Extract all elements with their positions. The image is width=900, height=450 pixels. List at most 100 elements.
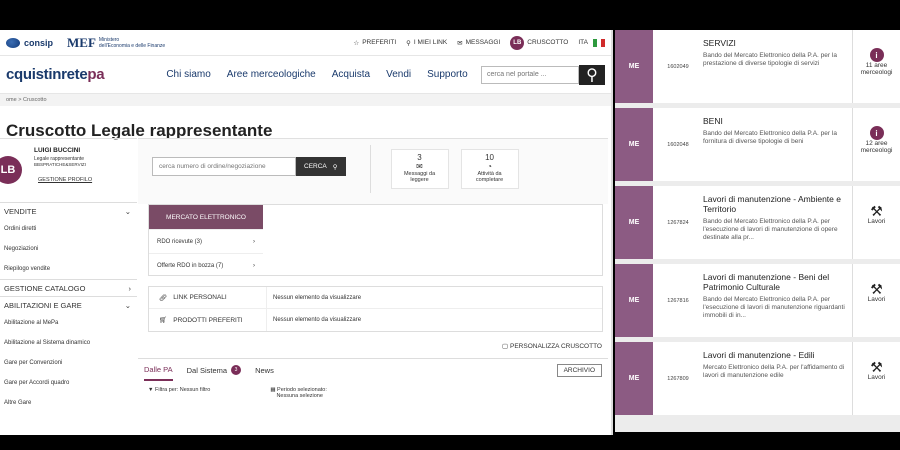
- preferiti-link[interactable]: ☆ PREFERITI: [353, 39, 396, 47]
- prodotti-preferiti-text: PRODOTTI PREFERITI: [173, 316, 243, 324]
- period-selector[interactable]: ▦ Periodo selezionato: Nessuna selezione: [270, 387, 327, 399]
- activities-stat[interactable]: 10 ◔ Attività da completare: [460, 149, 519, 189]
- preferiti-label: PREFERITI: [362, 39, 397, 46]
- prodotti-preferiti-value: Nessun elemento da visualizzare: [273, 317, 362, 323]
- sidebar-section-abilitazioni[interactable]: ABILITAZIONI E GARE ⌄: [0, 296, 137, 313]
- search-icon: ⚲: [586, 66, 598, 84]
- filters-row: ▼ Filtra per: Nessun filtro ▦ Periodo se…: [144, 381, 602, 405]
- bando-side1: Lavori: [867, 296, 886, 303]
- me-tile: ME: [615, 30, 653, 103]
- mef-logo[interactable]: MEF Ministero dell'Economia e delle Fina…: [67, 35, 165, 51]
- breadcrumb: ome > Cruscotto: [0, 94, 611, 106]
- consip-logo[interactable]: consip: [6, 37, 53, 48]
- chevron-down-icon: ⌄: [124, 300, 131, 310]
- link-personali-label[interactable]: 🔗︎ LINK PERSONALI: [149, 287, 267, 308]
- personalizza-cruscotto-link[interactable]: ▢ PERSONALIZZA CRUSCOTTO: [138, 342, 608, 350]
- bando-description: Bando del Mercato Elettronico della P.A.…: [703, 130, 837, 145]
- sidebar-item-negoziazioni[interactable]: Negoziazioni: [0, 239, 137, 259]
- list-item[interactable]: ME 1267824 Lavori di manutenzione - Ambi…: [615, 186, 900, 259]
- prodotti-preferiti-label[interactable]: 🛒︎ PRODOTTI PREFERITI: [149, 309, 267, 331]
- cruscotto-link[interactable]: LB CRUSCOTTO: [510, 35, 569, 50]
- personalizza-label: PERSONALIZZA CRUSCOTTO: [510, 343, 602, 350]
- sidebar-section-gestione-catalogo[interactable]: GESTIONE CATALOGO ›: [0, 279, 137, 296]
- rdo-ricevute-link[interactable]: RDO ricevute (3) ›: [149, 229, 263, 253]
- bando-title: Lavori di manutenzione - Beni del Patrim…: [703, 272, 830, 292]
- sidebar-item-ordini-diretti[interactable]: Ordini diretti: [0, 219, 137, 239]
- tab-news[interactable]: News: [255, 359, 274, 381]
- tools-icon: ⚒: [870, 203, 883, 219]
- info-icon: i: [869, 126, 884, 140]
- filter-selector[interactable]: ▼ Filtra per: Nessun filtro: [148, 387, 210, 399]
- nav-vendi[interactable]: Vendi: [386, 69, 411, 80]
- mail-icon: ✉: [457, 39, 463, 47]
- filtra-label: Filtra per: Nessun filtro: [154, 387, 211, 393]
- sidebar-section-vendite[interactable]: VENDITE ⌄: [0, 202, 137, 219]
- portal-search-input[interactable]: [481, 65, 579, 84]
- chevron-right-icon: ›: [253, 238, 255, 245]
- language-selector[interactable]: ITA: [578, 38, 605, 47]
- gestione-profilo-link[interactable]: GESTIONE PROFILO: [38, 177, 133, 183]
- bando-side1: 11 aree: [865, 62, 888, 69]
- messaggi-link[interactable]: ✉ MESSAGGI: [457, 39, 500, 47]
- sidebar-item-gare-accordi[interactable]: Gare per Accordi quadro: [0, 373, 137, 393]
- avatar: LB: [510, 35, 525, 50]
- main-navbar: cquistinretepa Chi siamo Aree merceologi…: [0, 56, 611, 94]
- rdo-ricevute-label: RDO ricevute (3): [157, 238, 203, 245]
- tab-mercato-elettronico[interactable]: MERCATO ELETTRONICO: [149, 205, 263, 229]
- sidebar-item-abilitazione-sistema[interactable]: Abilitazione al Sistema dinamico: [0, 333, 137, 353]
- order-search-input[interactable]: [152, 157, 296, 176]
- notifications-tabs: Dalle PA Dal Sistema 3 News ARCHIVIO ▼ Fi…: [138, 358, 608, 405]
- bando-side: ⚒ Lavori: [853, 342, 900, 415]
- link-personali-value: Nessun elemento da visualizzare: [273, 294, 362, 301]
- breadcrumb-home[interactable]: ome: [6, 97, 17, 103]
- bando-side: i 11 aree merceologi: [853, 30, 900, 103]
- nav-acquista[interactable]: Acquista: [332, 69, 370, 80]
- search-icon: ⚲: [332, 163, 338, 171]
- list-item: 🛒︎ PRODOTTI PREFERITI Nessun elemento da …: [149, 309, 602, 331]
- nav-supporto[interactable]: Supporto: [427, 69, 468, 80]
- filter-icon: ▼: [148, 387, 154, 393]
- nav-aree-merceologiche[interactable]: Aree merceologiche: [227, 69, 316, 80]
- link-personali-text: LINK PERSONALI: [173, 294, 227, 301]
- acquistinretepa-logo[interactable]: cquistinretepa: [6, 66, 105, 83]
- list-item[interactable]: ME 1602049 SERVIZI Bando del Mercato Ele…: [615, 30, 900, 103]
- cruscotto-label: CRUSCOTTO: [527, 39, 569, 46]
- cerca-button[interactable]: CERCA ⚲: [296, 157, 346, 176]
- catalogo-label: GESTIONE CATALOGO: [4, 283, 86, 293]
- messages-stat[interactable]: 3 ✉ Messaggi da leggere: [390, 149, 449, 189]
- tab-dal-sistema-label: Dal Sistema: [186, 365, 228, 375]
- italy-flag-icon: [593, 38, 605, 47]
- miei-link-link[interactable]: ⚲ I MIEI LINK: [406, 39, 447, 47]
- list-item[interactable]: ME 1602048 BENI Bando del Mercato Elettr…: [615, 108, 900, 181]
- messaggi-label: MESSAGGI: [465, 39, 501, 46]
- language-label: ITA: [578, 39, 588, 46]
- chevron-right-icon: ›: [128, 283, 132, 293]
- messages-label2: leggere: [410, 177, 429, 183]
- offerte-bozza-link[interactable]: Offerte RDO in bozza (7) ›: [149, 253, 263, 277]
- nav-chi-siamo[interactable]: Chi siamo: [166, 69, 210, 80]
- profile-name: LUIGI BUCCINI: [34, 147, 81, 154]
- tab-dal-sistema[interactable]: Dal Sistema 3: [186, 359, 242, 381]
- me-tile: ME: [615, 186, 653, 259]
- sidebar-item-altre-gare[interactable]: Altre Gare: [0, 393, 137, 413]
- breadcrumb-separator: >: [18, 97, 22, 103]
- dashboard-panel: consip MEF Ministero dell'Economia e del…: [0, 30, 613, 435]
- sidebar-item-abilitazione-mepa[interactable]: Abilitazione al MePa: [0, 313, 137, 333]
- sidebar-item-riepilogo-vendite[interactable]: Riepilogo vendite: [0, 259, 137, 279]
- list-item[interactable]: ME 1267816 Lavori di manutenzione - Beni…: [615, 264, 900, 337]
- bando-title: SERVIZI: [703, 38, 736, 48]
- profile-avatar: LB: [0, 156, 22, 184]
- order-search-row: CERCA ⚲ 3 ✉ Messaggi da leggere 10 ◔ Atti…: [138, 138, 608, 204]
- bando-side2: merceologi: [860, 69, 893, 76]
- tab-dalle-pa[interactable]: Dalle PA: [144, 359, 173, 381]
- divider: [369, 145, 371, 193]
- bando-code: 1267809: [667, 375, 689, 382]
- list-item[interactable]: ME 1267809 Lavori di manutenzione - Edil…: [615, 342, 900, 415]
- bando-code: 1602048: [667, 141, 689, 148]
- bando-description: Bando del Mercato Elettronico della P.A.…: [703, 296, 845, 319]
- sidebar-item-gare-convenzioni[interactable]: Gare per Convenzioni: [0, 353, 137, 373]
- bando-title: Lavori di manutenzione - Edili: [703, 350, 815, 360]
- search-button[interactable]: ⚲: [579, 64, 605, 85]
- archivio-button[interactable]: ARCHIVIO: [556, 363, 602, 377]
- bando-code: 1267816: [667, 297, 689, 304]
